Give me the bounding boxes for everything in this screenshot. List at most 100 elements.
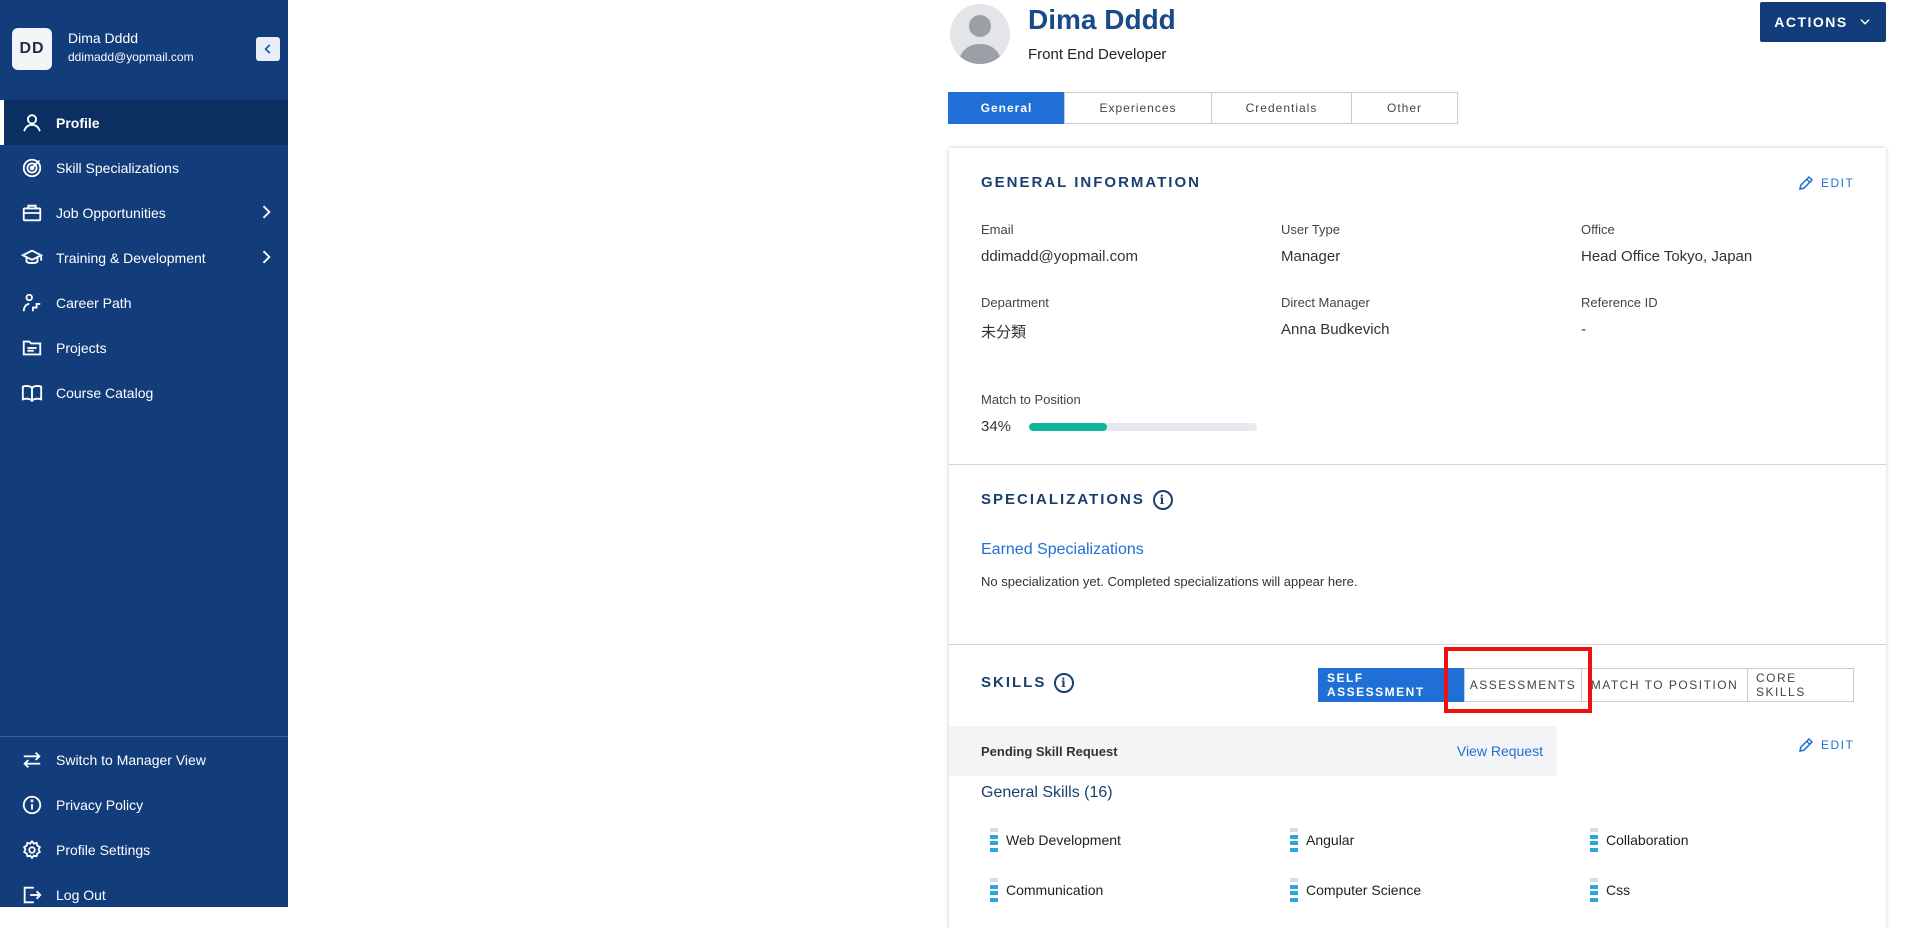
- profile-card: GENERAL INFORMATION EDIT Email ddimadd@y…: [949, 148, 1886, 928]
- sidebar-item-career-path[interactable]: Career Path: [0, 280, 288, 325]
- tab-match-to-position[interactable]: MATCH TO POSITION: [1581, 668, 1748, 702]
- skill-level-indicator: [990, 828, 998, 852]
- skills-title: SKILLS i: [981, 673, 1075, 693]
- avatar[interactable]: DD: [12, 28, 52, 70]
- graduation-cap-icon: [20, 246, 44, 270]
- earned-specializations-label: Earned Specializations: [981, 541, 1144, 558]
- edit-label: EDIT: [1821, 176, 1855, 190]
- sidebar-item-label: Course Catalog: [56, 384, 154, 401]
- skill-name: Computer Science: [1306, 882, 1422, 898]
- specializations-title-text: SPECIALIZATIONS: [981, 490, 1145, 508]
- info-icon: [20, 793, 44, 817]
- actions-button[interactable]: ACTIONS: [1760, 2, 1886, 42]
- skill-level-indicator: [1290, 878, 1298, 902]
- skill-name: Web Development: [1006, 832, 1121, 848]
- sidebar-item-profile[interactable]: Profile: [0, 100, 288, 145]
- match-to-position-label: Match to Position: [981, 392, 1081, 407]
- sidebar-item-log-out[interactable]: Log Out: [0, 872, 288, 917]
- main-nav: Profile Skill Specializations Job Opport…: [0, 100, 288, 415]
- sidebar-item-label: Career Path: [56, 294, 132, 311]
- skill-item: Computer Science: [1290, 878, 1421, 902]
- gear-icon: [20, 838, 44, 862]
- sidebar-item-projects[interactable]: Projects: [0, 325, 288, 370]
- switch-arrows-icon: [20, 748, 44, 772]
- skills-title-text: SKILLS: [981, 673, 1047, 691]
- user-name: Dima Dddd: [68, 30, 139, 46]
- department-value: 未分類: [981, 324, 1027, 341]
- email-label: Email: [981, 222, 1014, 237]
- logout-icon: [20, 883, 44, 907]
- specializations-title: SPECIALIZATIONS i: [981, 490, 1173, 510]
- info-icon[interactable]: i: [1054, 673, 1075, 693]
- book-icon: [20, 381, 44, 405]
- profile-name: Dima Dddd: [1028, 4, 1176, 35]
- tab-other[interactable]: Other: [1351, 92, 1458, 124]
- skill-name: Collaboration: [1606, 832, 1689, 848]
- skill-name: Communication: [1006, 882, 1104, 898]
- sidebar-item-training-development[interactable]: Training & Development: [0, 235, 288, 280]
- edit-label: EDIT: [1821, 738, 1855, 752]
- user-icon: [20, 111, 44, 135]
- match-progress-fill: [1029, 423, 1107, 431]
- tab-experiences[interactable]: Experiences: [1064, 92, 1212, 124]
- chevron-left-icon: [264, 44, 271, 54]
- skill-item: Css: [1590, 878, 1630, 902]
- tab-credentials[interactable]: Credentials: [1211, 92, 1352, 124]
- actions-label: ACTIONS: [1774, 14, 1848, 30]
- tab-self-assessment[interactable]: SELF ASSESSMENT: [1318, 668, 1465, 702]
- sidebar-item-switch-manager-view[interactable]: Switch to Manager View: [0, 737, 288, 782]
- sidebar-item-course-catalog[interactable]: Course Catalog: [0, 370, 288, 415]
- skill-item: Web Development: [990, 828, 1121, 852]
- skill-item: Collaboration: [1590, 828, 1689, 852]
- skills-edit-link[interactable]: EDIT: [1797, 736, 1854, 754]
- pencil-icon: [1799, 175, 1814, 190]
- collapse-sidebar-button[interactable]: [256, 37, 280, 61]
- tab-general[interactable]: General: [948, 92, 1065, 124]
- user-email: ddimadd@yopmail.com: [68, 50, 194, 64]
- sidebar-item-label: Privacy Policy: [56, 796, 144, 813]
- view-request-link[interactable]: View Request: [1457, 743, 1543, 759]
- bottom-nav: Switch to Manager View Privacy Policy Pr…: [0, 737, 288, 917]
- highlight-annotation: [1444, 647, 1592, 713]
- general-edit-link[interactable]: EDIT: [1797, 174, 1854, 192]
- profile-tabs: General Experiences Credentials Other: [948, 92, 1458, 124]
- skill-level-indicator: [990, 878, 998, 902]
- general-information-title: GENERAL INFORMATION: [981, 174, 1201, 191]
- briefcase-icon: [20, 201, 44, 225]
- sidebar-item-label: Projects: [56, 339, 107, 356]
- skill-level-indicator: [1290, 828, 1298, 852]
- sidebar-item-skill-specializations[interactable]: Skill Specializations: [0, 145, 288, 190]
- office-value: Head Office Tokyo, Japan: [1581, 248, 1753, 265]
- sidebar-item-label: Log Out: [56, 886, 106, 903]
- sidebar: DD Dima Dddd ddimadd@yopmail.com Profile…: [0, 0, 288, 907]
- chevron-down-icon: [1860, 19, 1870, 25]
- specializations-empty-text: No specialization yet. Completed special…: [981, 574, 1358, 589]
- sidebar-item-profile-settings[interactable]: Profile Settings: [0, 827, 288, 872]
- user-type-value: Manager: [1281, 248, 1341, 265]
- chevron-right-icon: [256, 202, 276, 222]
- email-value: ddimadd@yopmail.com: [981, 248, 1138, 265]
- user-type-label: User Type: [1281, 222, 1341, 237]
- pencil-icon: [1799, 737, 1814, 752]
- reference-id-value: -: [1581, 321, 1586, 338]
- folder-icon: [20, 336, 44, 360]
- department-label: Department: [981, 295, 1049, 310]
- career-path-icon: [20, 291, 44, 315]
- sidebar-item-privacy-policy[interactable]: Privacy Policy: [0, 782, 288, 827]
- chevron-right-icon: [256, 247, 276, 267]
- tab-core-skills[interactable]: CORE SKILLS: [1747, 668, 1854, 702]
- section-divider: [949, 644, 1886, 645]
- skill-item: Angular: [1290, 828, 1354, 852]
- target-icon: [20, 156, 44, 180]
- skill-name: Css: [1606, 882, 1631, 898]
- match-progress-bar: [1029, 423, 1257, 431]
- sidebar-item-label: Training & Development: [56, 249, 206, 266]
- section-divider: [949, 464, 1886, 465]
- sidebar-item-label: Profile Settings: [56, 841, 151, 858]
- sidebar-item-label: Profile: [56, 114, 100, 131]
- sidebar-item-job-opportunities[interactable]: Job Opportunities: [0, 190, 288, 235]
- general-skills-label: General Skills (16): [981, 784, 1113, 801]
- sidebar-item-label: Switch to Manager View: [56, 751, 206, 768]
- profile-photo: [950, 4, 1010, 64]
- info-icon[interactable]: i: [1152, 490, 1173, 510]
